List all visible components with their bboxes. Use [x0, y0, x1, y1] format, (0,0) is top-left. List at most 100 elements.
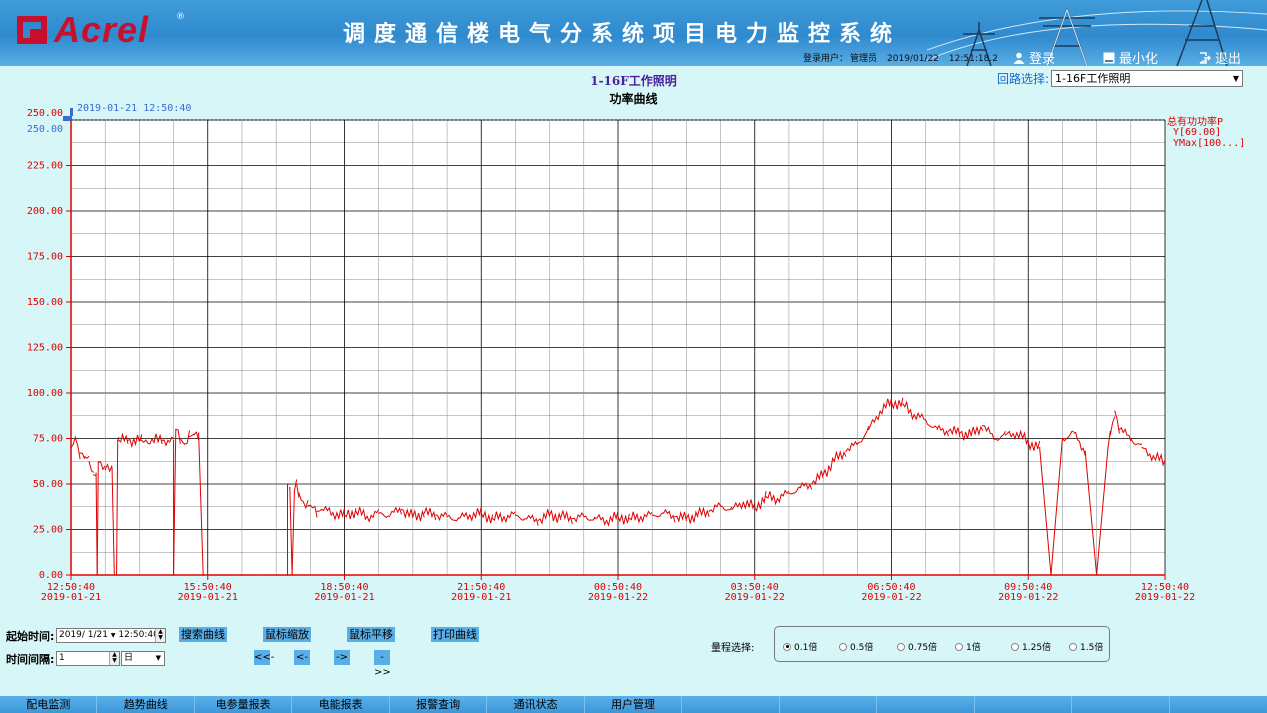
legend-y-value: Y[69.00] — [1173, 127, 1221, 138]
range-option-label: 0.75倍 — [908, 643, 938, 653]
nav-last-button[interactable]: ->> — [374, 650, 391, 678]
chart-title: 1-16F工作照明 — [590, 74, 677, 88]
start-date-value: 2019/ 1/21 — [59, 630, 109, 640]
login-info: 登录用户： 管理员 2019/01/22 12:51:18.2 — [803, 51, 1008, 64]
nav-tab-power-monitoring[interactable]: 配电监测 — [0, 696, 98, 713]
cursor-marker-left[interactable] — [63, 116, 71, 121]
user-icon — [1013, 52, 1025, 64]
exit-button[interactable]: 退出 — [1199, 48, 1241, 67]
nav-tab-alarm-query[interactable]: 报警查询 — [390, 696, 488, 713]
nav-tab-empty — [682, 696, 780, 713]
app-header: Acrel ® 调度通信楼电气分系统项目电力监控系统 登录用户： 管理员 2019/… — [0, 0, 1267, 67]
nav-next-button[interactable]: -> — [334, 650, 350, 665]
nav-tab-empty — [1170, 696, 1267, 713]
range-option-1.5[interactable]: 1.5倍 — [1069, 640, 1103, 653]
login-button-label: 登录 — [1029, 52, 1056, 67]
nav-prev-button[interactable]: <- — [294, 650, 310, 665]
minimize-icon — [1103, 52, 1115, 63]
chevron-down-icon: ▼ — [155, 654, 161, 662]
range-option-1[interactable]: 1倍 — [955, 640, 981, 653]
cursor-time-label: 2019-01-21 12:50:40 — [77, 103, 191, 114]
x-tick-date-label: 2019-01-21 — [178, 592, 238, 603]
logo-text: Acrel — [54, 9, 150, 50]
print-curve-button[interactable]: 打印曲线 — [431, 627, 479, 642]
nav-tab-empty — [975, 696, 1073, 713]
nav-tab-user-management[interactable]: 用户管理 — [585, 696, 683, 713]
current-time: 12:51:18.2 — [948, 54, 998, 64]
x-tick-date-label: 2019-01-22 — [725, 592, 785, 603]
acrel-logo-icon — [17, 16, 47, 44]
x-tick-date-label: 2019-01-22 — [1135, 592, 1195, 603]
acrel-logo: Acrel ® — [16, 9, 185, 50]
y-tick-label: 225.00 — [27, 161, 63, 172]
nav-tab-comm-status[interactable]: 通讯状态 — [487, 696, 585, 713]
interval-spinner[interactable]: ▲ ▼ — [109, 652, 119, 665]
radio-icon — [1011, 642, 1019, 651]
cursor-marker-top[interactable] — [70, 108, 73, 116]
nav-tab-parameter-report[interactable]: 电参量报表 — [195, 696, 293, 713]
logo-registered-mark: ® — [176, 12, 185, 22]
login-button[interactable]: 登录 — [1013, 48, 1055, 67]
range-option-1.25[interactable]: 1.25倍 — [1011, 640, 1051, 653]
exit-icon — [1199, 51, 1211, 64]
x-tick-date-label: 2019-01-21 — [314, 592, 374, 603]
radio-icon — [897, 642, 905, 651]
x-tick-date-label: 2019-01-21 — [41, 592, 101, 603]
range-option-0.1[interactable]: 0.1倍 — [783, 640, 817, 653]
login-user: 管理员 — [850, 54, 878, 64]
x-tick-date-label: 2019-01-22 — [588, 592, 648, 603]
y-tick-label: 200.00 — [27, 206, 63, 217]
mouse-zoom-button[interactable]: 鼠标缩放 — [263, 627, 311, 642]
time-spinner[interactable]: ▲ ▼ — [155, 629, 165, 642]
y-tick-label: 50.00 — [33, 479, 63, 490]
nav-tab-energy-report[interactable]: 电能报表 — [292, 696, 390, 713]
range-option-0.5[interactable]: 0.5倍 — [839, 640, 873, 653]
range-select-group — [774, 626, 1110, 662]
x-tick-date-label: 2019-01-22 — [861, 592, 921, 603]
y-tick-label: 175.00 — [27, 252, 63, 263]
radio-selected-icon — [783, 642, 791, 651]
range-option-label: 1.5倍 — [1080, 643, 1104, 653]
y-tick-label: 75.00 — [33, 434, 63, 445]
start-datetime-field[interactable]: 2019/ 1/21 ▼ 12:50:40 ▲ ▼ — [56, 628, 166, 643]
bottom-navigation: 配电监测 趋势曲线 电参量报表 电能报表 报警查询 通讯状态 用户管理 — [0, 696, 1267, 713]
radio-icon — [1069, 642, 1077, 651]
nav-tab-empty — [1072, 696, 1170, 713]
date-chevron-icon: ▼ — [110, 632, 116, 639]
cursor-value-label: 250.00 — [27, 124, 63, 135]
search-curve-button[interactable]: 搜索曲线 — [179, 627, 227, 642]
range-option-label: 1倍 — [966, 643, 981, 653]
interval-label: 时间间隔: — [6, 653, 55, 666]
nav-tab-trend-curve[interactable]: 趋势曲线 — [97, 696, 195, 713]
y-tick-label: 100.00 — [27, 388, 63, 399]
nav-first-button[interactable]: <<- — [254, 650, 274, 665]
y-tick-label: 250.00 — [27, 108, 63, 119]
nav-tab-empty — [877, 696, 975, 713]
radio-icon — [955, 642, 963, 651]
y-tick-label: 125.00 — [27, 343, 63, 354]
legend-ymax-value: YMax[100...] — [1173, 138, 1245, 149]
current-date: 2019/01/22 — [887, 54, 939, 64]
range-select-label: 量程选择: — [711, 643, 755, 654]
radio-icon — [839, 642, 847, 651]
x-tick-date-label: 2019-01-22 — [998, 592, 1058, 603]
mouse-pan-button[interactable]: 鼠标平移 — [347, 627, 395, 642]
range-option-label: 0.5倍 — [850, 643, 874, 653]
minimize-button-label: 最小化 — [1119, 52, 1159, 67]
interval-unit-select[interactable]: 日 ▼ — [121, 651, 165, 666]
interval-unit-value: 日 — [124, 653, 134, 663]
interval-value: 1 — [59, 653, 65, 663]
x-tick-date-label: 2019-01-21 — [451, 592, 511, 603]
login-user-label: 登录用户： — [803, 54, 849, 64]
range-option-label: 1.25倍 — [1022, 643, 1052, 653]
exit-button-label: 退出 — [1215, 52, 1242, 67]
chart-grid — [70, 119, 1166, 576]
power-curve-chart[interactable]: 250.00 225.00 200.00 175.00 150.00 125.00 100.… — [0, 98, 1267, 608]
y-tick-label: 150.00 — [27, 297, 63, 308]
start-time-label: 起始时间: — [6, 630, 55, 643]
interval-value-field[interactable]: 1 ▲ ▼ — [56, 651, 120, 666]
y-tick-label: 25.00 — [33, 525, 63, 536]
minimize-button[interactable]: 最小化 — [1103, 48, 1158, 67]
y-tick-label: 0.00 — [39, 570, 63, 581]
range-option-0.75[interactable]: 0.75倍 — [897, 640, 937, 653]
